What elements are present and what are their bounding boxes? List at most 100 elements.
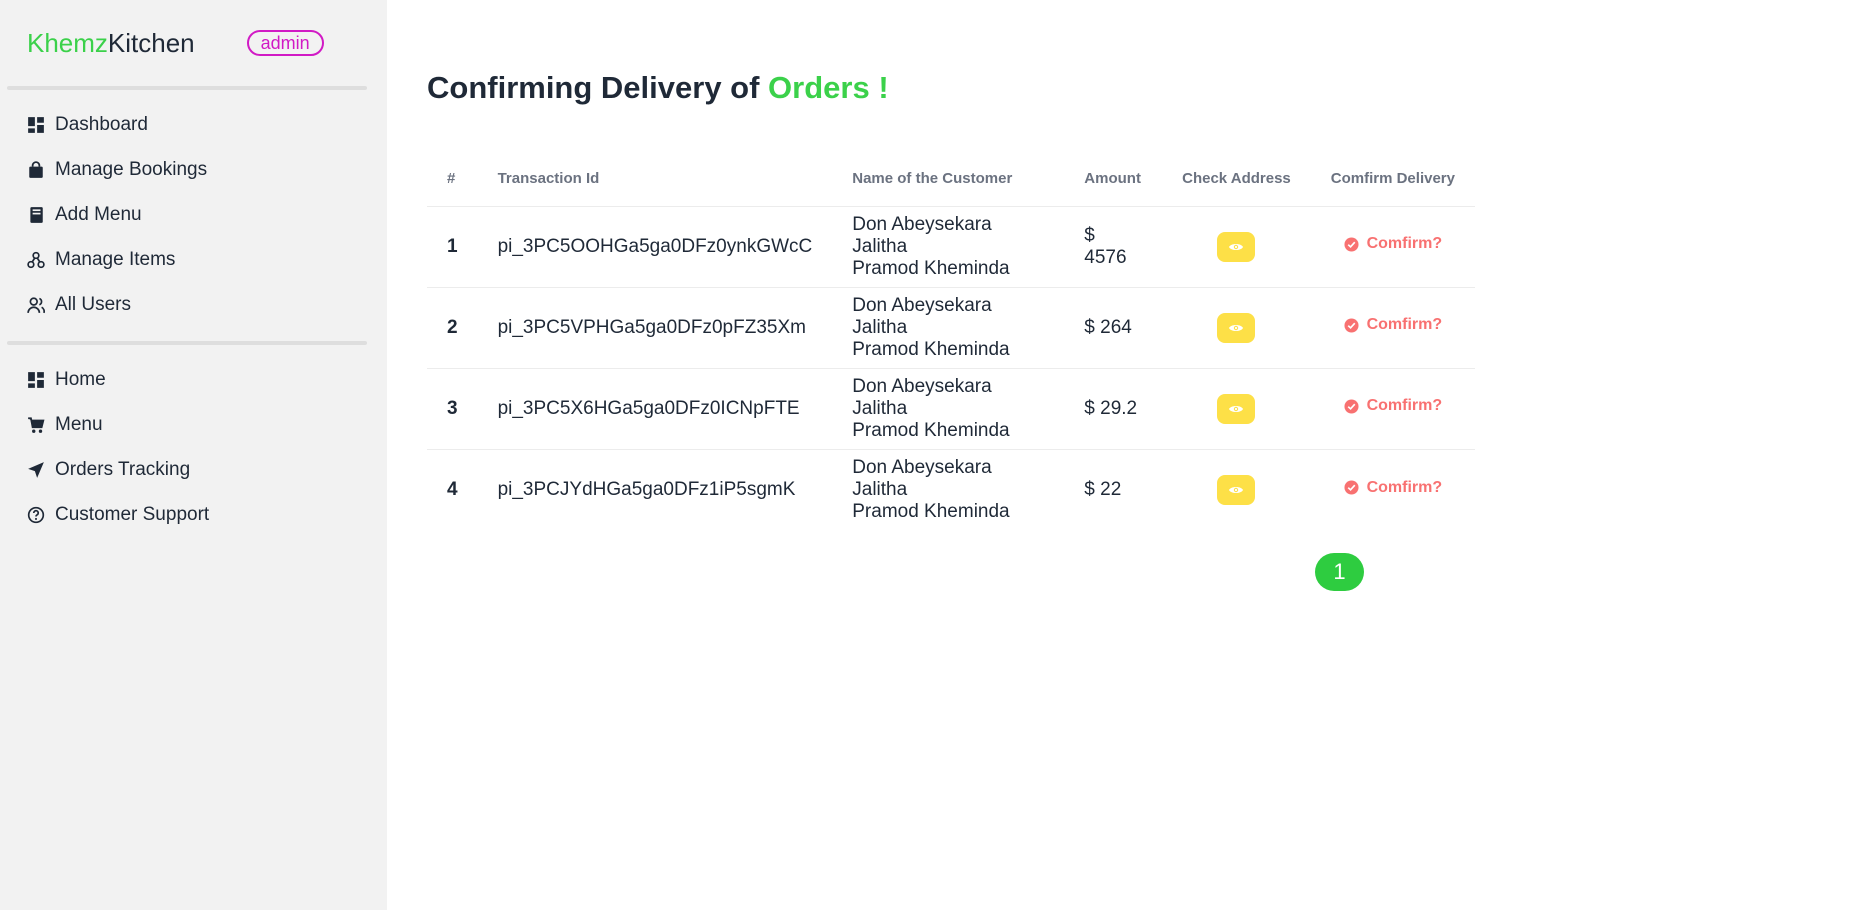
transaction-id: pi_3PC5OOHGa5ga0DFz0ynkGWcC xyxy=(477,205,833,287)
row-number: 1 xyxy=(427,205,478,287)
items-icon xyxy=(27,251,45,268)
check-address-cell xyxy=(1162,367,1311,449)
table-row: 1 pi_3PC5OOHGa5ga0DFz0ynkGWcC Don Abeyse… xyxy=(427,205,1475,287)
check-circle-icon xyxy=(1344,399,1359,414)
page-title-accent: Orders ! xyxy=(768,70,889,105)
check-address-button[interactable] xyxy=(1217,231,1256,262)
check-circle-icon xyxy=(1344,480,1359,495)
row-number: 3 xyxy=(427,367,478,449)
general-nav: Home Menu Orders Tracking Customer Suppo… xyxy=(0,345,387,551)
sidebar-item-label: Manage Items xyxy=(55,248,176,270)
customer-name-line1: Don Abeysekara Jalitha xyxy=(852,294,992,338)
eye-icon xyxy=(1229,405,1244,412)
sidebar-item-label: Menu xyxy=(55,413,103,435)
confirm-delivery-button[interactable]: Comfirm? xyxy=(1344,478,1443,497)
confirm-delivery-label: Comfirm? xyxy=(1366,316,1443,334)
brand-logo[interactable]: KhemzKitchen xyxy=(27,28,195,59)
customer-name-line2: Pramod Kheminda xyxy=(852,500,1010,522)
app-root: KhemzKitchen admin Dashboard Manage Book… xyxy=(0,0,1876,910)
page-button-current[interactable]: 1 xyxy=(1315,553,1364,591)
sidebar-item-home[interactable]: Home xyxy=(0,357,387,402)
check-address-button[interactable] xyxy=(1217,393,1256,424)
role-badge: admin xyxy=(246,30,324,56)
eye-icon xyxy=(1229,243,1244,250)
orders-table: # Transaction Id Name of the Customer Am… xyxy=(427,152,1475,530)
amount: $ 22 xyxy=(1064,448,1163,530)
page-title-prefix: Confirming Delivery of xyxy=(427,70,769,105)
customer-name: Don Abeysekara Jalitha Pramod Kheminda xyxy=(832,205,1065,287)
customer-name-line2: Pramod Kheminda xyxy=(852,257,1010,279)
confirm-delivery-cell: Comfirm? xyxy=(1310,286,1475,368)
sidebar-item-manage-bookings[interactable]: Manage Bookings xyxy=(0,147,387,192)
confirm-delivery-label: Comfirm? xyxy=(1366,397,1443,415)
sidebar-item-manage-items[interactable]: Manage Items xyxy=(0,237,387,282)
check-circle-icon xyxy=(1344,318,1359,333)
users-icon xyxy=(27,296,45,313)
col-header-confirm-delivery: Comfirm Delivery xyxy=(1330,170,1455,188)
table-row: 3 pi_3PC5X6HGa5ga0DFz0ICNpFTE Don Abeyse… xyxy=(427,367,1475,449)
customer-name-line2: Pramod Kheminda xyxy=(852,338,1010,360)
confirm-delivery-button[interactable]: Comfirm? xyxy=(1344,235,1443,253)
shopping-bag-icon xyxy=(29,160,43,178)
brand-name-part2: Kitchen xyxy=(107,27,195,58)
col-header-amount: Amount xyxy=(1084,170,1141,188)
admin-nav: Dashboard Manage Bookings Add Menu Manag… xyxy=(0,90,387,341)
eye-icon xyxy=(1229,324,1244,331)
transaction-id: pi_3PC5X6HGa5ga0DFz0ICNpFTE xyxy=(477,367,833,449)
brand: KhemzKitchen admin xyxy=(0,0,387,86)
customer-name-line1: Don Abeysekara Jalitha xyxy=(852,456,992,500)
col-header-number: # xyxy=(447,170,456,188)
sidebar-item-dashboard[interactable]: Dashboard xyxy=(0,102,387,147)
dashboard-icon xyxy=(28,116,44,133)
sidebar-item-orders-tracking[interactable]: Orders Tracking xyxy=(0,447,387,492)
check-circle-icon xyxy=(1344,237,1359,252)
sidebar-item-add-menu[interactable]: Add Menu xyxy=(0,192,387,237)
row-number: 4 xyxy=(427,448,478,530)
check-address-button[interactable] xyxy=(1217,312,1256,343)
sidebar-item-label: All Users xyxy=(55,293,132,315)
question-circle-icon xyxy=(27,506,45,523)
col-header-check-address: Check Address xyxy=(1182,170,1291,188)
sidebar-item-label: Dashboard xyxy=(55,113,148,135)
confirm-delivery-cell: Comfirm? xyxy=(1310,448,1475,530)
check-address-cell xyxy=(1162,205,1311,287)
sidebar-item-menu[interactable]: Menu xyxy=(0,402,387,447)
confirm-delivery-cell: Comfirm? xyxy=(1310,367,1475,449)
customer-name-line1: Don Abeysekara Jalitha xyxy=(852,375,992,419)
sidebar-item-label: Add Menu xyxy=(55,203,142,225)
sidebar-item-label: Home xyxy=(55,368,106,390)
cart-icon xyxy=(28,416,45,433)
amount: $ 29.2 xyxy=(1064,367,1163,449)
customer-name: Don Abeysekara Jalitha Pramod Kheminda xyxy=(832,367,1065,449)
confirm-delivery-button[interactable]: Comfirm? xyxy=(1344,397,1443,415)
row-number: 2 xyxy=(427,286,478,368)
confirm-delivery-label: Comfirm? xyxy=(1366,478,1443,496)
brand-name-part1: Khemz xyxy=(27,27,108,58)
sidebar: KhemzKitchen admin Dashboard Manage Book… xyxy=(0,0,387,910)
check-address-cell xyxy=(1162,286,1311,368)
main-content: Confirming Delivery of Orders ! # Transa… xyxy=(387,0,1876,910)
transaction-id: pi_3PCJYdHGa5ga0DFz1iP5sgmK xyxy=(477,448,833,530)
page-title: Confirming Delivery of Orders ! xyxy=(427,70,1876,106)
sidebar-item-customer-support[interactable]: Customer Support xyxy=(0,492,387,537)
customer-name-line2: Pramod Kheminda xyxy=(852,419,1010,441)
check-address-cell xyxy=(1162,448,1311,530)
table-header-row: # Transaction Id Name of the Customer Am… xyxy=(427,152,1475,206)
amount: $ 264 xyxy=(1064,286,1163,368)
eye-icon xyxy=(1229,486,1244,493)
sidebar-item-label: Manage Bookings xyxy=(55,158,208,180)
confirm-delivery-button[interactable]: Comfirm? xyxy=(1344,316,1443,334)
col-header-transaction-id: Transaction Id xyxy=(497,170,600,188)
amount: $ 4576 xyxy=(1064,205,1163,287)
check-address-button[interactable] xyxy=(1217,474,1256,505)
table-row: 4 pi_3PCJYdHGa5ga0DFz1iP5sgmK Don Abeyse… xyxy=(427,448,1475,530)
customer-name: Don Abeysekara Jalitha Pramod Kheminda xyxy=(832,286,1065,368)
customer-name: Don Abeysekara Jalitha Pramod Kheminda xyxy=(832,448,1065,530)
sidebar-item-label: Orders Tracking xyxy=(55,458,191,480)
sidebar-item-label: Customer Support xyxy=(55,503,210,525)
table-row: 2 pi_3PC5VPHGa5ga0DFz0pFZ35Xm Don Abeyse… xyxy=(427,286,1475,368)
confirm-delivery-cell: Comfirm? xyxy=(1310,205,1475,287)
confirm-delivery-label: Comfirm? xyxy=(1366,235,1443,253)
book-icon xyxy=(30,206,43,223)
sidebar-item-all-users[interactable]: All Users xyxy=(0,282,387,327)
